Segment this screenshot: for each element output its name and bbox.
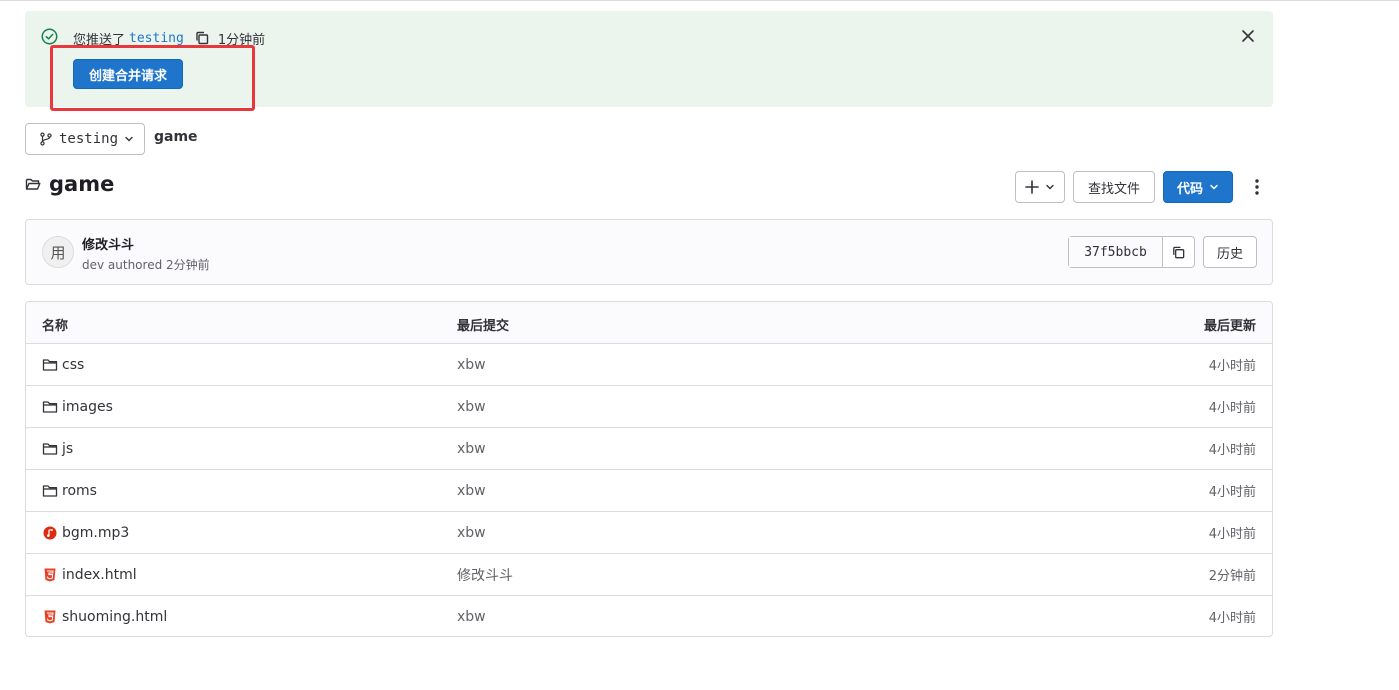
header-name: 名称	[42, 319, 69, 334]
code-button-label: 代码	[1176, 181, 1203, 197]
copy-icon	[1173, 246, 1185, 258]
audio-file-icon	[42, 525, 58, 541]
table-row[interactable]: bgm.mp3 xbw 4小时前	[26, 512, 1272, 554]
file-name-cell[interactable]: shuoming.html	[42, 596, 167, 636]
add-dropdown-button[interactable]	[1015, 171, 1065, 203]
file-name[interactable]: bgm.mp3	[62, 525, 129, 541]
file-last-update: 4小时前	[1208, 485, 1256, 500]
chevron-down-icon	[1046, 184, 1054, 190]
branch-icon	[40, 132, 52, 146]
header-last-update: 最后更新	[1203, 319, 1256, 334]
file-last-commit[interactable]: xbw	[457, 344, 486, 385]
file-last-update: 4小时前	[1208, 611, 1256, 626]
avatar-fallback-text: 用	[50, 243, 66, 262]
file-name[interactable]: js	[62, 441, 73, 457]
folder-icon	[42, 399, 58, 415]
more-actions-button[interactable]	[1246, 175, 1268, 199]
push-alert: 您推送了 testing 1分钟前 创建合并请求	[25, 11, 1273, 107]
file-name-cell[interactable]: images	[42, 386, 113, 427]
file-name-cell[interactable]: bgm.mp3	[42, 512, 129, 553]
file-name[interactable]: index.html	[62, 567, 137, 583]
avatar[interactable]: 用	[42, 236, 74, 268]
file-name[interactable]: css	[62, 357, 84, 373]
html5-icon	[42, 609, 58, 625]
commit-meta: dev authored 2分钟前	[82, 258, 210, 272]
alert-message: 您推送了 testing 1分钟前	[73, 28, 265, 48]
alert-branch-link[interactable]: testing	[129, 31, 184, 46]
chevron-down-icon	[125, 136, 133, 142]
commit-sha-group: 37f5bbcb	[1068, 236, 1195, 268]
create-merge-request-button[interactable]: 创建合并请求	[73, 59, 183, 89]
table-row[interactable]: shuoming.html xbw 4小时前	[26, 596, 1272, 636]
file-last-commit[interactable]: xbw	[457, 512, 486, 553]
file-name[interactable]: images	[62, 399, 113, 415]
plus-icon	[1025, 180, 1039, 194]
file-last-commit[interactable]: xbw	[457, 386, 486, 427]
file-name[interactable]: roms	[62, 483, 97, 499]
table-row[interactable]: css xbw 4小时前	[26, 344, 1272, 386]
code-dropdown-button[interactable]: 代码	[1163, 171, 1233, 203]
top-divider	[0, 0, 1399, 1]
branch-selector[interactable]: testing	[25, 123, 145, 155]
file-name[interactable]: shuoming.html	[62, 609, 167, 625]
folder-icon	[42, 441, 58, 457]
history-button[interactable]: 历史	[1203, 236, 1257, 268]
table-header: 名称 最后提交 最后更新	[26, 302, 1272, 344]
file-name-cell[interactable]: css	[42, 344, 84, 385]
commit-sha[interactable]: 37f5bbcb	[1069, 237, 1163, 267]
file-name-cell[interactable]: index.html	[42, 554, 137, 595]
close-icon[interactable]	[1241, 29, 1255, 43]
ellipsis-vertical-icon	[1255, 179, 1259, 195]
breadcrumb[interactable]: game	[154, 129, 198, 145]
check-circle-icon	[41, 28, 58, 45]
file-last-update: 4小时前	[1208, 443, 1256, 458]
folder-icon	[42, 357, 58, 373]
file-last-update: 4小时前	[1208, 527, 1256, 542]
alert-prefix: 您推送了	[73, 32, 126, 48]
file-last-update: 4小时前	[1208, 401, 1256, 416]
copy-sha-button[interactable]	[1163, 237, 1194, 267]
file-last-update: 4小时前	[1208, 359, 1256, 374]
html5-icon	[42, 567, 58, 583]
file-last-commit[interactable]: xbw	[457, 596, 486, 636]
table-row[interactable]: js xbw 4小时前	[26, 428, 1272, 470]
find-file-button[interactable]: 查找文件	[1073, 171, 1155, 203]
table-row[interactable]: roms xbw 4小时前	[26, 470, 1272, 512]
last-commit-panel: 用 修改斗斗 dev authored 2分钟前 37f5bbcb 历史	[25, 219, 1273, 285]
header-last-commit: 最后提交	[457, 319, 510, 334]
file-last-update: 2分钟前	[1208, 569, 1256, 584]
folder-icon	[42, 483, 58, 499]
file-last-commit[interactable]: 修改斗斗	[457, 554, 513, 595]
branch-name: testing	[59, 131, 119, 147]
file-name-cell[interactable]: roms	[42, 470, 97, 511]
title-row: game	[25, 172, 114, 196]
commit-title[interactable]: 修改斗斗	[82, 234, 134, 253]
page-title: game	[49, 172, 115, 196]
folder-open-icon	[25, 178, 41, 190]
copy-icon[interactable]	[194, 30, 210, 46]
table-row[interactable]: images xbw 4小时前	[26, 386, 1272, 428]
file-name-cell[interactable]: js	[42, 428, 73, 469]
file-table: 名称 最后提交 最后更新 css xbw 4小时前 images xbw 4小时前 js xb…	[25, 301, 1273, 637]
chevron-down-icon	[1210, 184, 1218, 190]
file-last-commit[interactable]: xbw	[457, 470, 486, 511]
alert-time: 1分钟前	[217, 32, 266, 48]
table-row[interactable]: index.html 修改斗斗 2分钟前	[26, 554, 1272, 596]
file-last-commit[interactable]: xbw	[457, 428, 486, 469]
